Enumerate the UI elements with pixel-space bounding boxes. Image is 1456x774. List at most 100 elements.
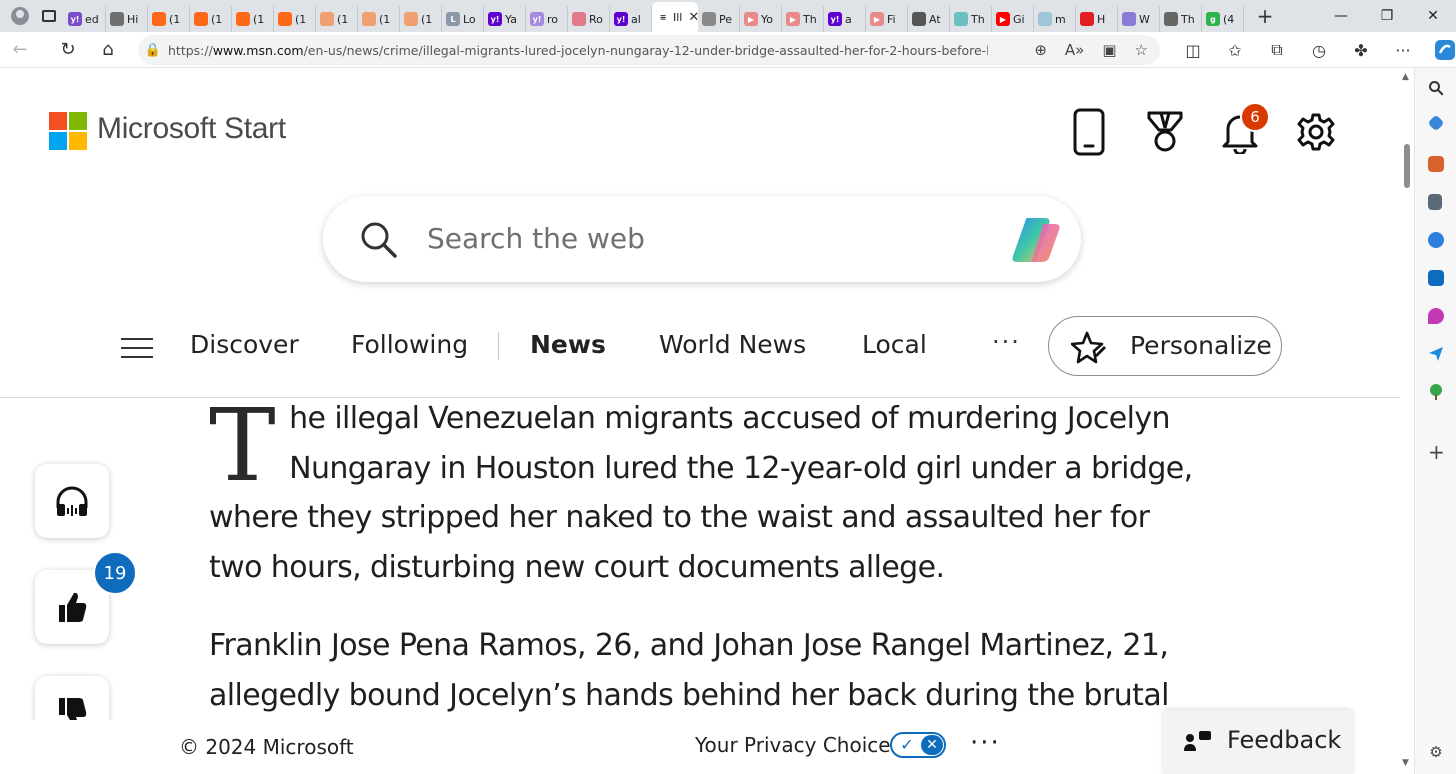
privacy-choices-icon[interactable]: ✓ ✕ — [890, 732, 946, 758]
browser-tab[interactable]: Th — [950, 6, 992, 32]
generic-icon — [1080, 12, 1094, 26]
feedback-label: Feedback — [1227, 726, 1342, 754]
page-scrollbar[interactable]: ▲ ▼ — [1400, 68, 1414, 774]
browser-tab[interactable]: y! Ya — [484, 6, 526, 32]
send-icon[interactable] — [1428, 346, 1444, 362]
profile-icon[interactable] — [6, 2, 34, 30]
personalize-button[interactable]: Personalize — [1048, 316, 1282, 376]
browser-tab[interactable]: g (4 — [1202, 6, 1244, 32]
history-icon — [110, 12, 124, 26]
browser-tab[interactable]: ▶ Th — [782, 6, 824, 32]
browser-tab-label: a — [845, 12, 852, 26]
arrow-icon — [954, 12, 968, 26]
nav-item-local[interactable]: Local — [862, 330, 927, 359]
tree-icon[interactable] — [1428, 384, 1444, 400]
edge-sidebar: + ⚙ — [1414, 68, 1456, 774]
home-button[interactable]: ⌂ — [88, 32, 128, 68]
browser-tab[interactable]: Hi — [106, 6, 148, 32]
browser-tab[interactable]: m — [1034, 6, 1076, 32]
browser-tab-label: ro — [547, 12, 559, 26]
close-tab-icon[interactable]: ✕ — [688, 10, 698, 25]
browser-tab[interactable]: Pe — [698, 6, 740, 32]
menu-hamburger-icon[interactable] — [121, 338, 153, 358]
copilot-sidebar-icon[interactable] — [1424, 39, 1456, 61]
mobile-app-icon[interactable] — [1065, 108, 1113, 156]
browser-tab[interactable]: y! ro — [526, 6, 568, 32]
settings-gear-icon[interactable] — [1292, 108, 1340, 156]
search-icon[interactable] — [359, 220, 399, 260]
browser-tab[interactable]: (1 — [148, 6, 190, 32]
browser-tab[interactable]: H — [1076, 6, 1118, 32]
shopping-tag-icon[interactable] — [1427, 114, 1445, 132]
browser-tab[interactable]: ▶ Fi — [866, 6, 908, 32]
browser-tab[interactable]: (1 — [358, 6, 400, 32]
restore-button[interactable]: ❐ — [1364, 0, 1410, 32]
browser-tab[interactable]: Th — [1160, 6, 1202, 32]
browser-tab[interactable]: (1 — [316, 6, 358, 32]
split-screen-icon[interactable]: ◫ — [1172, 41, 1214, 60]
browser-tab[interactable]: (1 — [400, 6, 442, 32]
add-sidebar-app-icon[interactable]: + — [1428, 442, 1445, 462]
close-window-button[interactable]: ✕ — [1410, 0, 1456, 32]
search-input[interactable] — [427, 218, 987, 258]
browser-tab[interactable]: ≡ Ill ✕ — [652, 2, 698, 32]
collections-icon[interactable]: ⧉ — [1256, 40, 1298, 60]
scrollbar-thumb[interactable] — [1404, 144, 1410, 188]
browser-tab[interactable]: L Lo — [442, 6, 484, 32]
new-tab-button[interactable]: + — [1254, 4, 1276, 28]
sidebar-settings-icon[interactable]: ⚙ — [1428, 744, 1444, 760]
lock-icon[interactable]: 🔒 — [138, 43, 168, 58]
extensions-icon[interactable]: ✤ — [1340, 41, 1382, 60]
url-text[interactable]: https://www.msn.com/en-us/news/crime/ill… — [168, 43, 988, 58]
read-aloud-icon[interactable]: A» — [1065, 41, 1084, 59]
history-icon[interactable]: ◷ — [1298, 41, 1340, 60]
browser-tab[interactable]: (1 — [232, 6, 274, 32]
browser-tab[interactable]: (1 — [274, 6, 316, 32]
browser-tab[interactable]: y! ed — [64, 6, 106, 32]
back-button[interactable]: ← — [0, 32, 40, 68]
nav-item-following[interactable]: Following — [351, 330, 468, 359]
browser-tab[interactable]: (1 — [190, 6, 232, 32]
minimize-button[interactable]: — — [1318, 0, 1364, 32]
yahoo-icon: y! — [530, 12, 544, 26]
footer-more-button[interactable]: ··· — [970, 728, 1001, 758]
favorite-star-icon[interactable]: ☆ — [1135, 41, 1148, 59]
tab-actions-icon[interactable] — [34, 2, 64, 30]
microsoft-logo-icon[interactable] — [49, 112, 87, 150]
substack-icon — [362, 12, 376, 26]
rewards-medal-icon[interactable] — [1141, 108, 1189, 156]
settings-more-icon[interactable]: ··· — [1382, 41, 1424, 60]
favorites-icon[interactable]: ✩ — [1214, 41, 1256, 60]
address-bar[interactable]: 🔒 https://www.msn.com/en-us/news/crime/i… — [138, 35, 1160, 65]
generic-icon — [1164, 12, 1178, 26]
outlook-icon[interactable] — [1428, 270, 1444, 286]
microsoft-365-icon[interactable] — [1428, 232, 1444, 248]
browser-tab[interactable]: y! a — [824, 6, 866, 32]
refresh-button[interactable]: ↻ — [48, 32, 88, 68]
nav-more-button[interactable]: ··· — [992, 328, 1021, 356]
browser-tab[interactable]: At — [908, 6, 950, 32]
feedback-button[interactable]: Feedback — [1163, 710, 1353, 774]
listen-button[interactable] — [35, 464, 109, 538]
browser-tab[interactable]: ▶ Gi — [992, 6, 1034, 32]
copilot-designer-icon[interactable] — [1428, 308, 1444, 324]
browser-tab[interactable]: Ro — [568, 6, 610, 32]
tools-briefcase-icon[interactable] — [1428, 156, 1444, 172]
privacy-choices-link[interactable]: Your Privacy Choices — [695, 733, 901, 757]
copilot-icon[interactable] — [1007, 214, 1065, 266]
browser-tab[interactable]: y! al — [610, 6, 652, 32]
immersive-reader-icon[interactable]: ▣ — [1102, 41, 1116, 59]
copyright-text: © 2024 Microsoft — [179, 735, 354, 759]
article-paragraph: The illegal Venezuelan migrants accused … — [209, 387, 1193, 585]
nav-item-discover[interactable]: Discover — [190, 330, 299, 359]
nav-item-news[interactable]: News — [530, 330, 606, 359]
browser-tab-label: W — [1139, 12, 1150, 26]
browser-tab[interactable]: W — [1118, 6, 1160, 32]
nav-item-world-news[interactable]: World News — [659, 330, 806, 359]
brand-name[interactable]: Microsoft Start — [97, 112, 286, 146]
search-icon[interactable] — [1428, 80, 1444, 96]
zoom-icon[interactable]: ⊕ — [1034, 41, 1047, 59]
browser-tab[interactable]: ▶ Yo — [740, 6, 782, 32]
page-footer: © 2024 Microsoft Your Privacy Choices ✓ ✕… — [0, 710, 1400, 774]
games-icon[interactable] — [1428, 194, 1442, 210]
